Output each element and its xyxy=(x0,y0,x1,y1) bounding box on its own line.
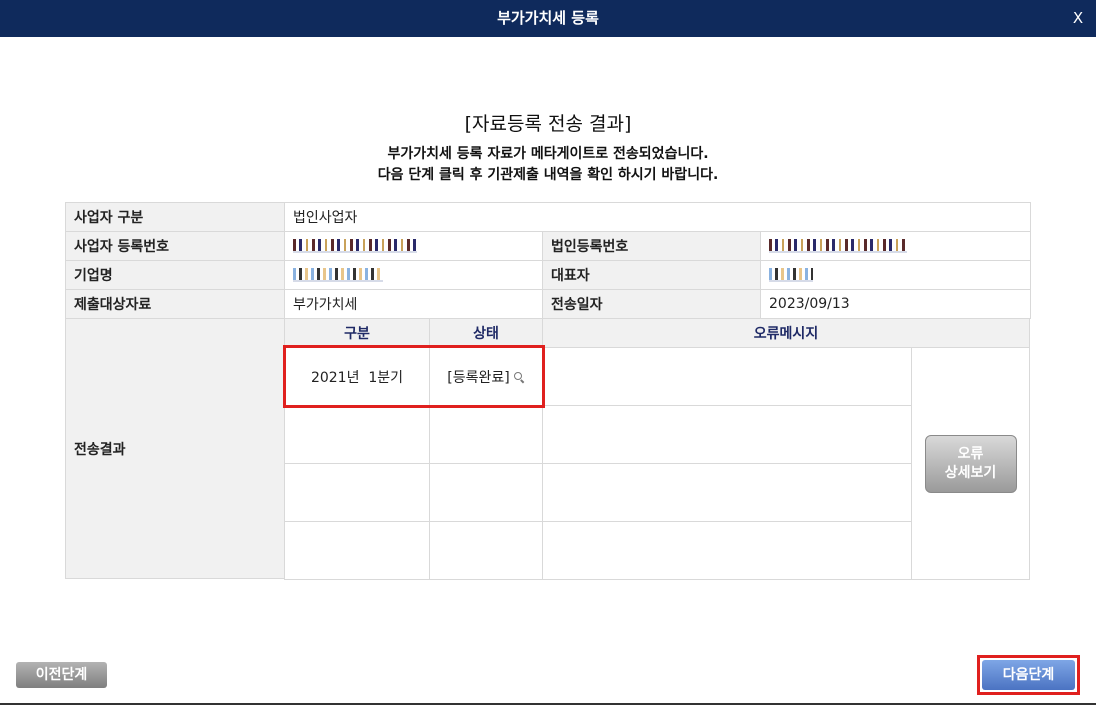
reg-no-label: 사업자 등록번호 xyxy=(65,231,285,261)
reg-no-value xyxy=(284,231,543,261)
info-row-target: 제출대상자료 부가가치세 전송일자 2023/09/13 xyxy=(65,289,1032,319)
ceo-value xyxy=(759,260,1032,290)
business-type-value: 법인사업자 xyxy=(283,202,1032,232)
close-icon[interactable]: X xyxy=(1068,0,1088,37)
error-detail-cell: 오류 상세보기 xyxy=(911,347,1030,580)
row-error xyxy=(542,405,912,464)
result-label: 전송결과 xyxy=(65,318,285,579)
result-message-line2: 다음 단계 클릭 후 기관제출 내역을 확인 하시기 바랍니다. xyxy=(377,167,719,183)
col-error: 오류메시지 xyxy=(542,318,1030,348)
company-name-label: 기업명 xyxy=(65,260,285,290)
masked-ceo xyxy=(769,268,813,282)
target-value: 부가가치세 xyxy=(284,289,543,319)
col-period: 구분 xyxy=(284,318,430,348)
sent-date-label: 전송일자 xyxy=(542,289,761,319)
info-row-company: 기업명 대표자 xyxy=(65,260,1032,290)
prev-step-button[interactable]: 이전단계 xyxy=(16,662,107,688)
row-period xyxy=(284,521,430,580)
masked-company-name xyxy=(293,268,383,282)
error-detail-button[interactable]: 오류 상세보기 xyxy=(924,434,1017,493)
corp-reg-no-value xyxy=(759,231,1032,261)
target-label: 제출대상자료 xyxy=(65,289,285,319)
row-period xyxy=(284,463,430,522)
error-button-line1: 오류 xyxy=(957,445,984,462)
corp-reg-no-label: 법인등록번호 xyxy=(542,231,761,261)
row-period xyxy=(284,405,430,464)
info-row-business-type: 사업자 구분 법인사업자 xyxy=(65,202,1032,232)
row-period: 2021년 1분기 xyxy=(284,347,430,406)
business-type-label: 사업자 구분 xyxy=(65,202,285,232)
page-heading: [자료등록 전송 결과] xyxy=(464,113,632,135)
masked-corp-reg-no xyxy=(769,239,907,253)
row-error xyxy=(542,347,912,406)
row-status xyxy=(429,405,543,464)
row-error xyxy=(542,521,912,580)
status-link[interactable]: [등록완료] xyxy=(447,370,509,386)
next-step-button[interactable]: 다음단계 xyxy=(982,660,1075,690)
results-table: 구분 상태 오류메시지 2021년 1분기 [등록완료] 오류 상세보기 xyxy=(284,318,1030,580)
masked-reg-no xyxy=(293,239,417,253)
row-error xyxy=(542,463,912,522)
col-status: 상태 xyxy=(429,318,543,348)
magnifier-icon[interactable] xyxy=(513,372,525,384)
sent-date-value: 2023/09/13 xyxy=(759,289,1032,319)
row-status[interactable]: [등록완료] xyxy=(429,347,543,406)
results-header: 구분 상태 오류메시지 xyxy=(284,318,1030,348)
row-status xyxy=(429,463,543,522)
company-name-value xyxy=(284,260,543,290)
info-row-reg-no: 사업자 등록번호 법인등록번호 xyxy=(65,231,1032,261)
table-row: 2021년 1분기 [등록완료] 오류 상세보기 xyxy=(284,347,1030,580)
titlebar: 부가가치세 등록 X xyxy=(0,0,1096,37)
result-message-line1: 부가가치세 등록 자료가 메타게이트로 전송되었습니다. xyxy=(387,146,709,162)
row-status xyxy=(429,521,543,580)
window-title: 부가가치세 등록 xyxy=(497,9,599,27)
error-button-line2: 상세보기 xyxy=(944,464,997,481)
ceo-label: 대표자 xyxy=(542,260,761,290)
